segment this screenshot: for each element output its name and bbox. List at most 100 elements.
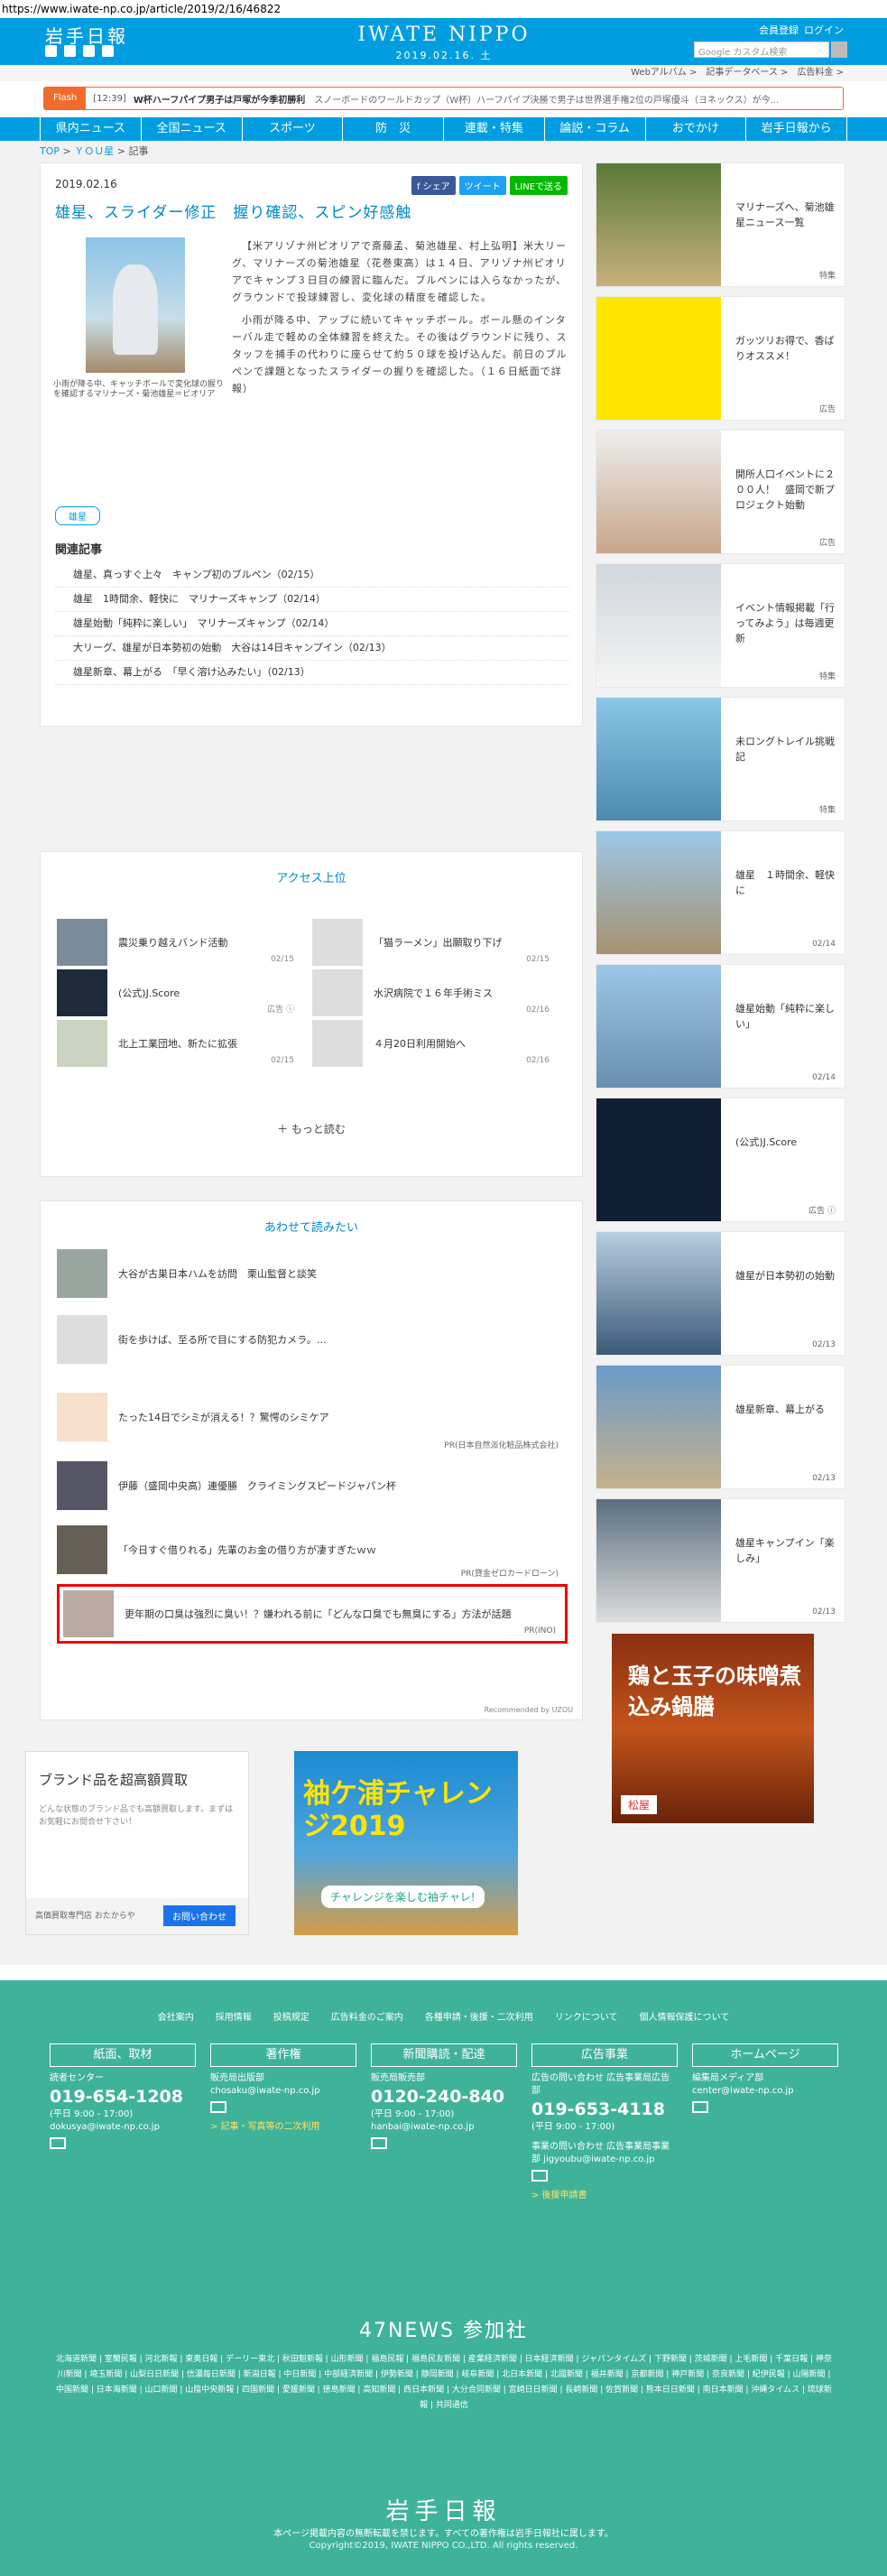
tweet-button[interactable]: ツイート: [458, 176, 506, 195]
list-item[interactable]: 北上工業団地、新たに拡張 02/15: [57, 1018, 312, 1069]
sidebar-item[interactable]: マリナーズへ、菊池雄星ニュース一覧 特集: [596, 162, 845, 287]
site-logo[interactable]: 岩手日報: [45, 22, 128, 48]
register-link[interactable]: 会員登録: [759, 24, 799, 36]
footer-link[interactable]: 広告料金のご案内: [331, 2009, 403, 2023]
breadcrumb-top[interactable]: TOP: [40, 145, 60, 157]
sidebar-item[interactable]: 雄星始動「純粋に楽しい」 02/14: [596, 964, 845, 1089]
list-item-highlighted[interactable]: 更年期の口臭は強烈に臭い！？嫌われる前に「どんな口臭でも無臭にする」方法が話題 P…: [57, 1584, 568, 1644]
nav-features[interactable]: 連載・特集: [444, 117, 545, 141]
list-item[interactable]: 「今日すぐ借りれる」先輩のお金の借り方が凄すぎたｗｗ PR(貸金ゼロカードローン): [57, 1515, 568, 1584]
nav-sports[interactable]: スポーツ: [243, 117, 344, 141]
list-item[interactable]: 水沢病院で１６年手術ミス 02/16: [312, 968, 568, 1018]
article-photo[interactable]: [86, 237, 185, 373]
footer-col-homepage: ホームページ 編集局メディア部 center@iwate-np.co.jp: [692, 2043, 838, 2202]
list-item[interactable]: 大谷が古巣日本ハムを訪問 栗山監督と談笑: [57, 1246, 568, 1301]
flash-news-bar[interactable]: Flash [12:39] W杯ハーフパイプ男子は戸塚が今季初勝利 スノーボード…: [43, 87, 844, 110]
article: 2019.02.16 f シェア ツイート LINEで送る 雄星、スライダー修正…: [40, 162, 583, 727]
footer-link[interactable]: 投稿規定: [273, 2009, 310, 2023]
footer-col-editorial: 紙面、取材 読者センター 019-654-1208 (平日 9:00 - 17:…: [50, 2043, 196, 2202]
nav-national[interactable]: 全国ニュース: [142, 117, 243, 141]
facebook-share-button[interactable]: f シェア: [411, 176, 456, 195]
related-item[interactable]: 雄星始動「純粋に楽しい」 マリナーズキャンプ（02/14）: [55, 612, 569, 636]
line-icon[interactable]: [83, 45, 95, 57]
access-ranking: アクセス上位 震災乗り越えバンド活動 02/15 「猫ラーメン」出願取り下げ 02/…: [40, 851, 583, 1177]
flash-headline[interactable]: W杯ハーフパイプ男子は戸塚が今季初勝利: [134, 92, 305, 106]
sidebar-item[interactable]: 雄星キャンプイン「楽しみ」 02/13: [596, 1498, 845, 1623]
flash-time: [12:39]: [93, 93, 126, 104]
list-item[interactable]: (公式)J.Score 広告 ⓘ: [57, 968, 312, 1018]
flash-text: スノーボードのワールドカップ（W杯）ハーフパイプ決勝で男子は世界選手権2位の戸塚…: [314, 95, 780, 106]
sidebar-item[interactable]: 未ロングトレイル挑戦記 特集: [596, 697, 845, 821]
related-list: 雄星、真っすぐ上々 キャンプ初のブルペン（02/15） 雄星 1時間余、軽快に …: [55, 563, 569, 685]
mail-icon[interactable]: [692, 2101, 708, 2113]
ad-banner-sodegaura[interactable]: 袖ケ浦チャレンジ2019 チャレンジを楽しむ袖チャレ!: [294, 1751, 518, 1935]
footer-link[interactable]: 会社案内: [158, 2009, 194, 2023]
nav-disaster[interactable]: 防 災: [343, 117, 444, 141]
facebook-icon[interactable]: [64, 45, 76, 57]
related-item[interactable]: 雄星、真っすぐ上々 キャンプ初のブルペン（02/15）: [55, 563, 569, 588]
footer-col-copyright: 著作権 販売局出版部 chosaku@iwate-np.co.jp > 記事・写…: [210, 2043, 356, 2202]
sub-links: Webアルバム > 記事データベース > 広告料金 >: [0, 65, 887, 81]
more-button[interactable]: ＋ もっと読む: [41, 1121, 582, 1136]
sublink-album[interactable]: Webアルバム >: [631, 68, 697, 78]
article-body: 【米アリゾナ州ピオリアで斎藤孟、菊池雄星、村上弘明】米大リーグ、マリナーズの菊池…: [232, 240, 568, 394]
contact-button[interactable]: お問い合わせ: [163, 1905, 236, 1926]
address-bar[interactable]: https://www.iwate-np.co.jp/article/2019/…: [0, 0, 887, 18]
sublink-database[interactable]: 記事データベース >: [706, 68, 788, 78]
line-share-button[interactable]: LINEで送る: [509, 176, 568, 195]
ad-banner-brand[interactable]: ブランド品を超高額買取 どんな状態のブランド品でも高額買取します。まずはお気軽に…: [25, 1751, 249, 1935]
flash-label: Flash: [44, 88, 87, 109]
sidebar-item[interactable]: 雄星新章、幕上がる 02/13: [596, 1365, 845, 1489]
search-input[interactable]: Google カスタム検索: [694, 42, 829, 58]
sidebar-item[interactable]: 雄星 １時間余、軽快に 02/14: [596, 830, 845, 955]
sidebar-item[interactable]: ガッツリお得で、香ばりオススメ！ 広告: [596, 296, 845, 421]
footer-link[interactable]: 各種申請・後援・二次利用: [425, 2009, 533, 2023]
related-item[interactable]: 雄星新章、幕上がる 「早く溶け込みたい」（02/13）: [55, 661, 569, 685]
list-item[interactable]: 「猫ラーメン」出願取り下げ 02/15: [312, 917, 568, 968]
breadcrumb-you[interactable]: ＹＯＵ星: [74, 145, 114, 157]
list-item[interactable]: 震災乗り越えバンド活動 02/15: [57, 917, 312, 968]
tag-yusei[interactable]: 雄星: [55, 506, 100, 525]
center-logo[interactable]: IWATE NIPPO: [354, 23, 534, 46]
breadcrumb-current: 記事: [128, 145, 149, 157]
nav-from-iwate[interactable]: 岩手日報から: [746, 117, 847, 141]
mail-icon[interactable]: [531, 2170, 548, 2182]
twitter-icon[interactable]: [45, 45, 57, 57]
main-nav: 県内ニュース 全国ニュース スポーツ 防 災 連載・特集 論説・コラム おでかけ…: [0, 117, 887, 141]
header-date: 2019.02.16. 土: [395, 50, 493, 61]
nav-editorial[interactable]: 論説・コラム: [545, 117, 646, 141]
sidebar-item[interactable]: イベント情報掲載「行ってみよう」は毎週更新 特集: [596, 563, 845, 688]
list-item[interactable]: ４月20日利用開始へ 02/16: [312, 1018, 568, 1069]
list-item[interactable]: たった14日でシミが消える！？驚愕のシミケア PR(日本自然派化粧品株式会社): [57, 1378, 568, 1456]
sidebar-item[interactable]: 雄星が日本勢初の始動 02/13: [596, 1231, 845, 1356]
login-link[interactable]: ログイン: [804, 24, 844, 36]
search-icon[interactable]: [831, 42, 847, 58]
together-heading: あわせて読みたい: [263, 1221, 358, 1235]
recommend-credit: Recommended by UZOU: [484, 1706, 573, 1714]
mail-icon[interactable]: [210, 2101, 226, 2113]
mail-icon[interactable]: [371, 2137, 387, 2149]
footer-link[interactable]: リンクについて: [555, 2009, 618, 2023]
sublink-adrates[interactable]: 広告料金 >: [797, 68, 844, 78]
sidebar-item[interactable]: (公式)J.Score 広告 ⓘ: [596, 1098, 845, 1222]
footer-link[interactable]: 採用情報: [216, 2009, 252, 2023]
nav-local[interactable]: 県内ニュース: [40, 117, 142, 141]
site-header: 岩手日報 IWATE NIPPO 2019.02.16. 土 会員登録 ログイン …: [0, 18, 887, 65]
site-footer: 会社案内 採用情報 投稿規定 広告料金のご案内 各種申請・後援・二次利用 リンク…: [0, 1980, 887, 2576]
related-heading: 関連記事: [55, 543, 103, 557]
sidebar-item[interactable]: 開所人口イベントに２００人！ 盛岡で新プロジェクト始動 広告: [596, 430, 845, 554]
social-links: [45, 45, 114, 57]
list-item[interactable]: 伊藤（盛岡中央高）連優勝 クライミングスピードジャパン杯: [57, 1456, 568, 1515]
ad-banner-matsuya[interactable]: 鶏と玉子の味噌煮込み鍋膳 松屋: [612, 1634, 814, 1823]
partner-papers[interactable]: 北海道新聞 | 室蘭民報 | 河北新報 | 東奥日報 | デーリー東北 | 秋田…: [54, 2352, 834, 2414]
related-item[interactable]: 大リーグ、雄星が日本勢初の始動 大谷は14日キャンプイン（02/13）: [55, 636, 569, 661]
recommended-box: あわせて読みたい 大谷が古巣日本ハムを訪問 栗山監督と談笑 街を歩けば、至る所で…: [40, 1200, 583, 1720]
list-item[interactable]: 街を歩けば、至る所で目にする防犯カメラ。…: [57, 1301, 568, 1378]
footer-col-ads: 広告事業 広告の問い合わせ 広告事業局広告部 019-653-4118 (平日 …: [531, 2043, 678, 2202]
nav-outing[interactable]: おでかけ: [646, 117, 747, 141]
footer-link[interactable]: 個人情報保護について: [640, 2009, 730, 2023]
mail-icon[interactable]: [50, 2137, 66, 2149]
related-item[interactable]: 雄星 1時間余、軽快に マリナーズキャンプ（02/14）: [55, 588, 569, 612]
footer-logo[interactable]: 岩手日報: [0, 2493, 887, 2526]
instagram-icon[interactable]: [102, 45, 114, 57]
